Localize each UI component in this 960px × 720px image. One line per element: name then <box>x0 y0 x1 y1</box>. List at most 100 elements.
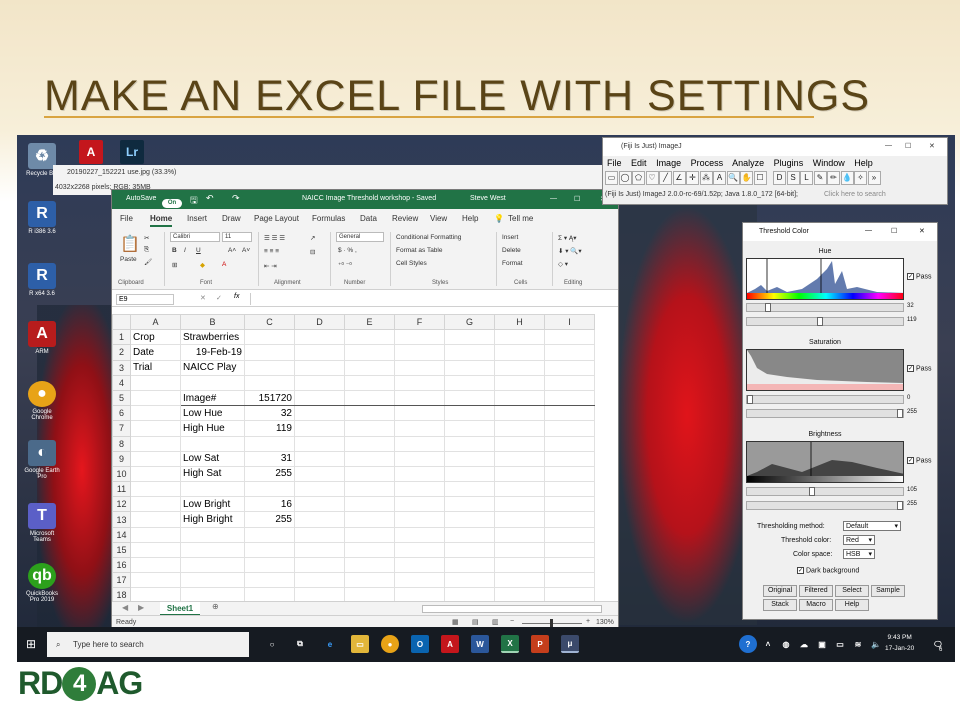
word-icon[interactable]: W <box>471 635 489 653</box>
cell-a[interactable] <box>130 556 181 574</box>
cell-empty[interactable] <box>394 496 445 513</box>
cell-a[interactable]: Trial <box>130 359 181 376</box>
merge-center-icon[interactable]: ⊟ <box>310 248 315 256</box>
cell-b[interactable] <box>180 587 245 601</box>
prev-sheet-icon[interactable]: ◀ <box>122 603 128 612</box>
cell-empty[interactable] <box>444 405 495 422</box>
cell-b[interactable]: Low Sat <box>180 450 245 467</box>
cell-c[interactable] <box>244 359 295 376</box>
cell-a[interactable] <box>130 405 181 422</box>
brightness-low-slider[interactable] <box>746 487 904 496</box>
cell-empty[interactable] <box>544 572 595 589</box>
cell-empty[interactable] <box>344 465 395 483</box>
cell-empty[interactable] <box>344 374 395 391</box>
cell-a[interactable] <box>130 511 181 528</box>
cell-empty[interactable] <box>544 374 595 391</box>
slider-thumb[interactable] <box>817 317 823 326</box>
tab-page-layout[interactable]: Page Layout <box>254 214 299 223</box>
cell-empty[interactable] <box>494 435 545 452</box>
cell-empty[interactable] <box>394 435 445 452</box>
row-header[interactable]: 3 <box>112 359 131 376</box>
cancel-entry-icon[interactable]: ✕ <box>200 294 206 302</box>
cell-styles-button[interactable]: Cell Styles <box>396 260 427 267</box>
tab-data[interactable]: Data <box>360 214 377 223</box>
rectangle-tool-icon[interactable]: ▭ <box>605 171 618 185</box>
row-header[interactable]: 4 <box>112 374 131 391</box>
cell-empty[interactable] <box>444 556 495 574</box>
cell-b[interactable]: Low Bright <box>180 496 245 513</box>
hue-pass[interactable]: ✓ Pass <box>907 273 932 280</box>
cell-a[interactable]: Crop <box>130 329 181 346</box>
cell-b[interactable]: Strawberries <box>180 329 245 346</box>
indent-icon[interactable]: ⇤ ⇥ <box>264 262 277 270</box>
cloud-icon[interactable]: ☁ <box>795 635 813 653</box>
row-header[interactable]: 11 <box>112 481 131 498</box>
column-header[interactable]: B <box>180 314 245 331</box>
cell-a[interactable]: Date <box>130 344 181 361</box>
cell-empty[interactable] <box>544 496 595 513</box>
brush-tool-icon[interactable]: ✎ <box>813 171 827 185</box>
borders-icon[interactable]: ⊞ <box>172 261 177 269</box>
notifications-icon[interactable]: 🗨 <box>929 635 947 653</box>
slider-thumb[interactable] <box>809 487 815 496</box>
cell-empty[interactable] <box>494 329 545 346</box>
format-cells-button[interactable]: Format <box>502 260 523 267</box>
angle-tool-icon[interactable]: ∠ <box>672 171 686 185</box>
zoom-level[interactable]: 130% <box>596 619 614 626</box>
cell-empty[interactable] <box>394 587 445 601</box>
imagej-taskbar-icon[interactable]: μ <box>561 635 579 653</box>
volume-icon[interactable]: 🔈 <box>867 635 885 653</box>
cell-empty[interactable] <box>544 481 595 498</box>
taskbar-search[interactable]: ⌕ Type here to search <box>47 632 249 657</box>
cell-b[interactable]: Low Hue <box>180 405 245 422</box>
currency-percent-icons[interactable]: $ · % , <box>338 247 357 254</box>
cell-empty[interactable] <box>294 450 345 467</box>
cell-b[interactable] <box>180 572 245 589</box>
cell-empty[interactable] <box>294 420 345 437</box>
cell-c[interactable] <box>244 481 295 498</box>
wand-tool-icon[interactable]: ⁂ <box>699 171 713 185</box>
cell-empty[interactable] <box>394 329 445 346</box>
cell-empty[interactable] <box>344 450 395 467</box>
cell-empty[interactable] <box>444 465 495 483</box>
menu-plugins[interactable]: Plugins <box>774 158 804 168</box>
slider-thumb[interactable] <box>897 409 903 418</box>
cell-empty[interactable] <box>294 344 345 361</box>
row-header[interactable]: 6 <box>112 405 131 422</box>
line-tool-icon[interactable]: ╱ <box>659 171 672 185</box>
dark-background-option[interactable]: ✓ Dark background <box>797 567 859 574</box>
cell-empty[interactable] <box>344 420 395 437</box>
hand-tool-icon[interactable]: ✋ <box>740 171 753 185</box>
select-all-corner[interactable] <box>112 314 131 331</box>
row-header[interactable]: 8 <box>112 435 131 452</box>
cell-c[interactable]: 32 <box>244 405 295 422</box>
taskbar-clock[interactable]: 9:43 PM 17-Jan-20 <box>885 632 914 654</box>
cell-c[interactable] <box>244 587 295 601</box>
dropper-tool-icon[interactable]: 💧 <box>840 171 854 185</box>
font-name-select[interactable]: Calibri <box>170 232 220 242</box>
battery-icon[interactable]: ▭ <box>831 635 849 653</box>
next-sheet-icon[interactable]: ▶ <box>138 603 144 612</box>
decimal-icons[interactable]: ⁺⁰ ⁻⁰ <box>338 261 352 269</box>
add-sheet-icon[interactable]: ⊕ <box>212 602 219 611</box>
orientation-icon[interactable]: ↗ <box>310 234 315 242</box>
menu-process[interactable]: Process <box>691 158 724 168</box>
task-view-icon[interactable]: ⧉ <box>291 635 309 653</box>
imagej-search[interactable]: Click here to search <box>824 191 886 198</box>
cell-empty[interactable] <box>494 405 545 422</box>
column-header[interactable]: F <box>394 314 445 331</box>
cell-empty[interactable] <box>394 556 445 574</box>
text-tool-icon[interactable]: A <box>713 171 726 185</box>
cell-c[interactable] <box>244 541 295 559</box>
save-icon[interactable]: 🖫 <box>190 193 198 209</box>
usb-icon[interactable]: ▣ <box>813 635 831 653</box>
cell-a[interactable] <box>130 587 181 601</box>
excel-window[interactable]: AutoSave On 🖫 ↶ ↷ NAICC Image Threshold … <box>111 189 619 630</box>
row-header[interactable]: 2 <box>112 344 131 361</box>
align-left-icon[interactable]: ≡ ≡ ≡ <box>264 248 279 255</box>
desktop-icon-chrome[interactable]: ● Google Chrome <box>21 381 63 421</box>
cell-c[interactable]: 119 <box>244 420 295 437</box>
cell-c[interactable] <box>244 435 295 452</box>
threshold-color-window[interactable]: Threshold Color — ☐ ✕ Hue ✓ Pass 32 119 … <box>742 222 938 620</box>
autosum-icon[interactable]: Σ ▾ Ą▾ <box>558 234 577 242</box>
